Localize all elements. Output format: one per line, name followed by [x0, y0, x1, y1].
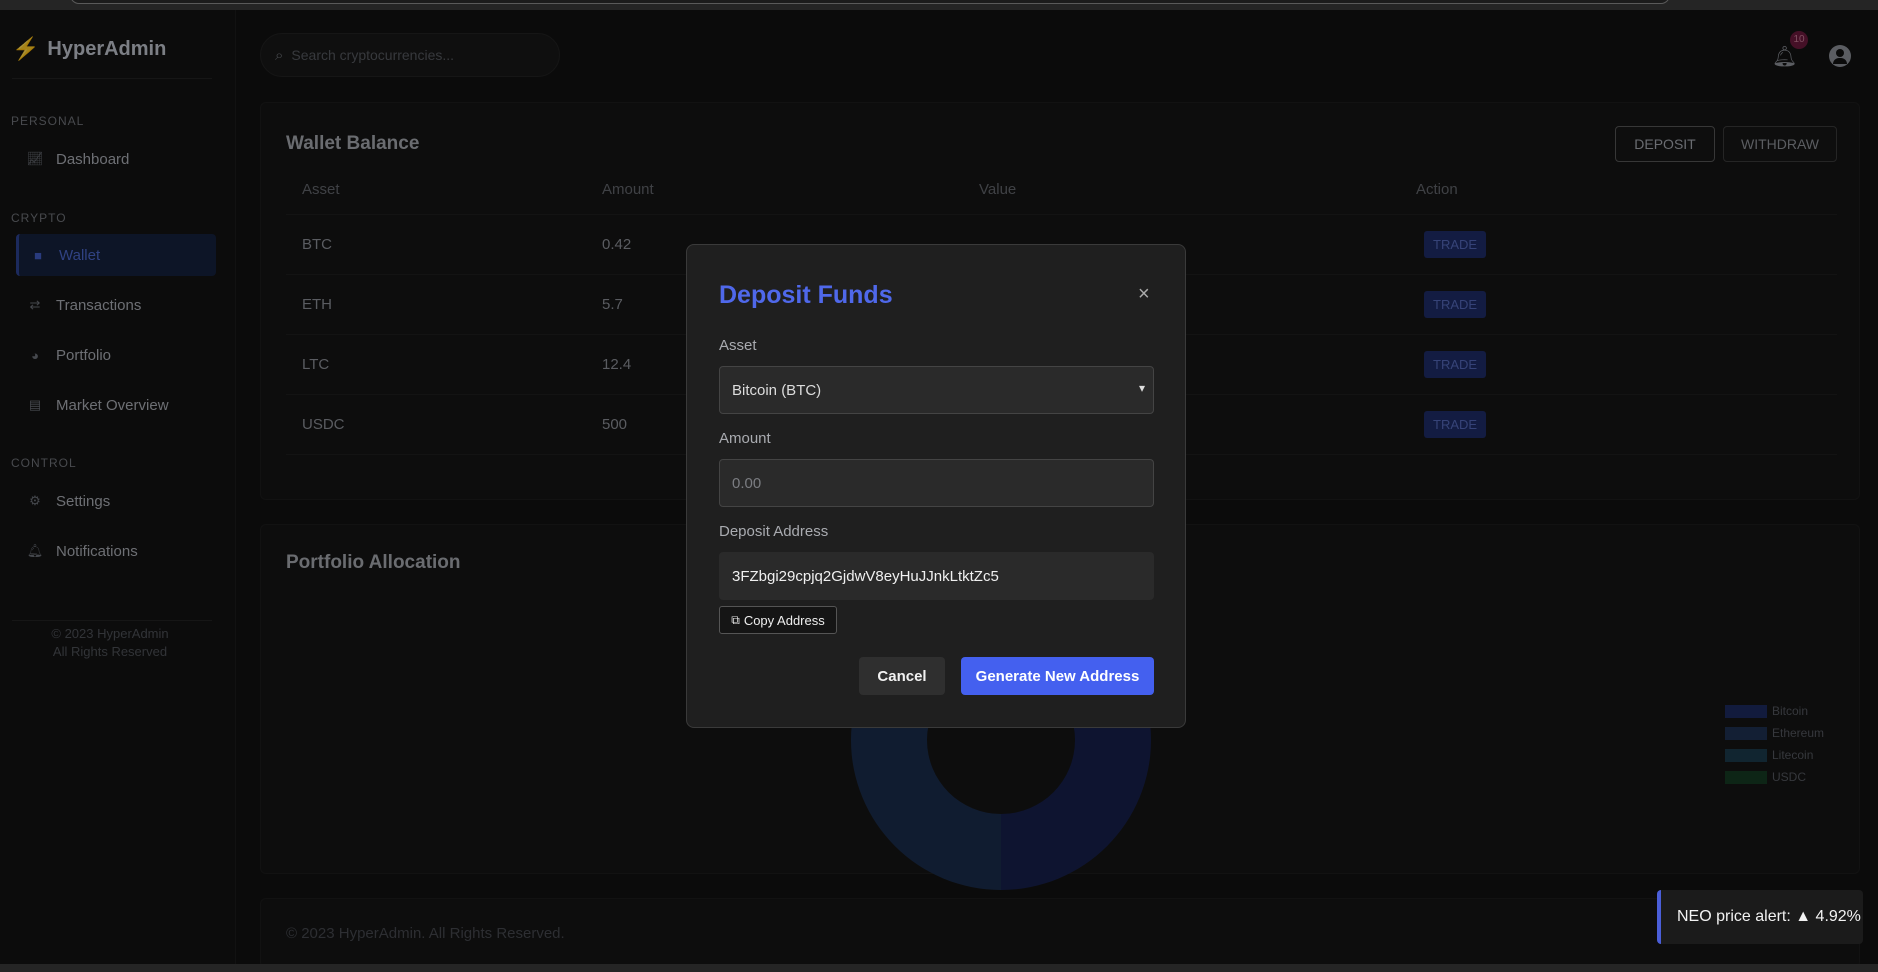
toast-text: NEO price alert: ▲ 4.92% — [1677, 908, 1861, 925]
copy-address-button[interactable]: ⧉ Copy Address — [719, 606, 837, 634]
close-icon[interactable]: × — [1138, 283, 1150, 306]
copy-address-label: Copy Address — [743, 612, 825, 628]
modal-title: Deposit Funds — [719, 281, 893, 309]
copy-icon: ⧉ — [731, 612, 740, 627]
deposit-address-value: 3FZbgi29cpjq2GjdwV8eyHuJJnkLtktZc5 — [732, 567, 999, 585]
cancel-button[interactable]: Cancel — [859, 657, 945, 695]
asset-label: Asset — [719, 337, 757, 354]
price-alert-toast[interactable]: NEO price alert: ▲ 4.92% — [1657, 890, 1863, 944]
deposit-address-label: Deposit Address — [719, 523, 829, 540]
deposit-funds-modal: Deposit Funds × Asset Bitcoin (BTC) ▾ Am… — [686, 244, 1186, 728]
generate-new-address-button[interactable]: Generate New Address — [961, 657, 1154, 695]
chevron-down-icon: ▾ — [1138, 381, 1145, 395]
amount-label: Amount — [719, 430, 771, 447]
asset-select-value: Bitcoin (BTC) — [732, 381, 822, 399]
deposit-address-field: 3FZbgi29cpjq2GjdwV8eyHuJJnkLtktZc5 — [719, 552, 1154, 600]
amount-field[interactable] — [719, 459, 1154, 507]
asset-select[interactable]: Bitcoin (BTC) ▾ — [719, 366, 1154, 414]
amount-input[interactable] — [732, 474, 1153, 492]
